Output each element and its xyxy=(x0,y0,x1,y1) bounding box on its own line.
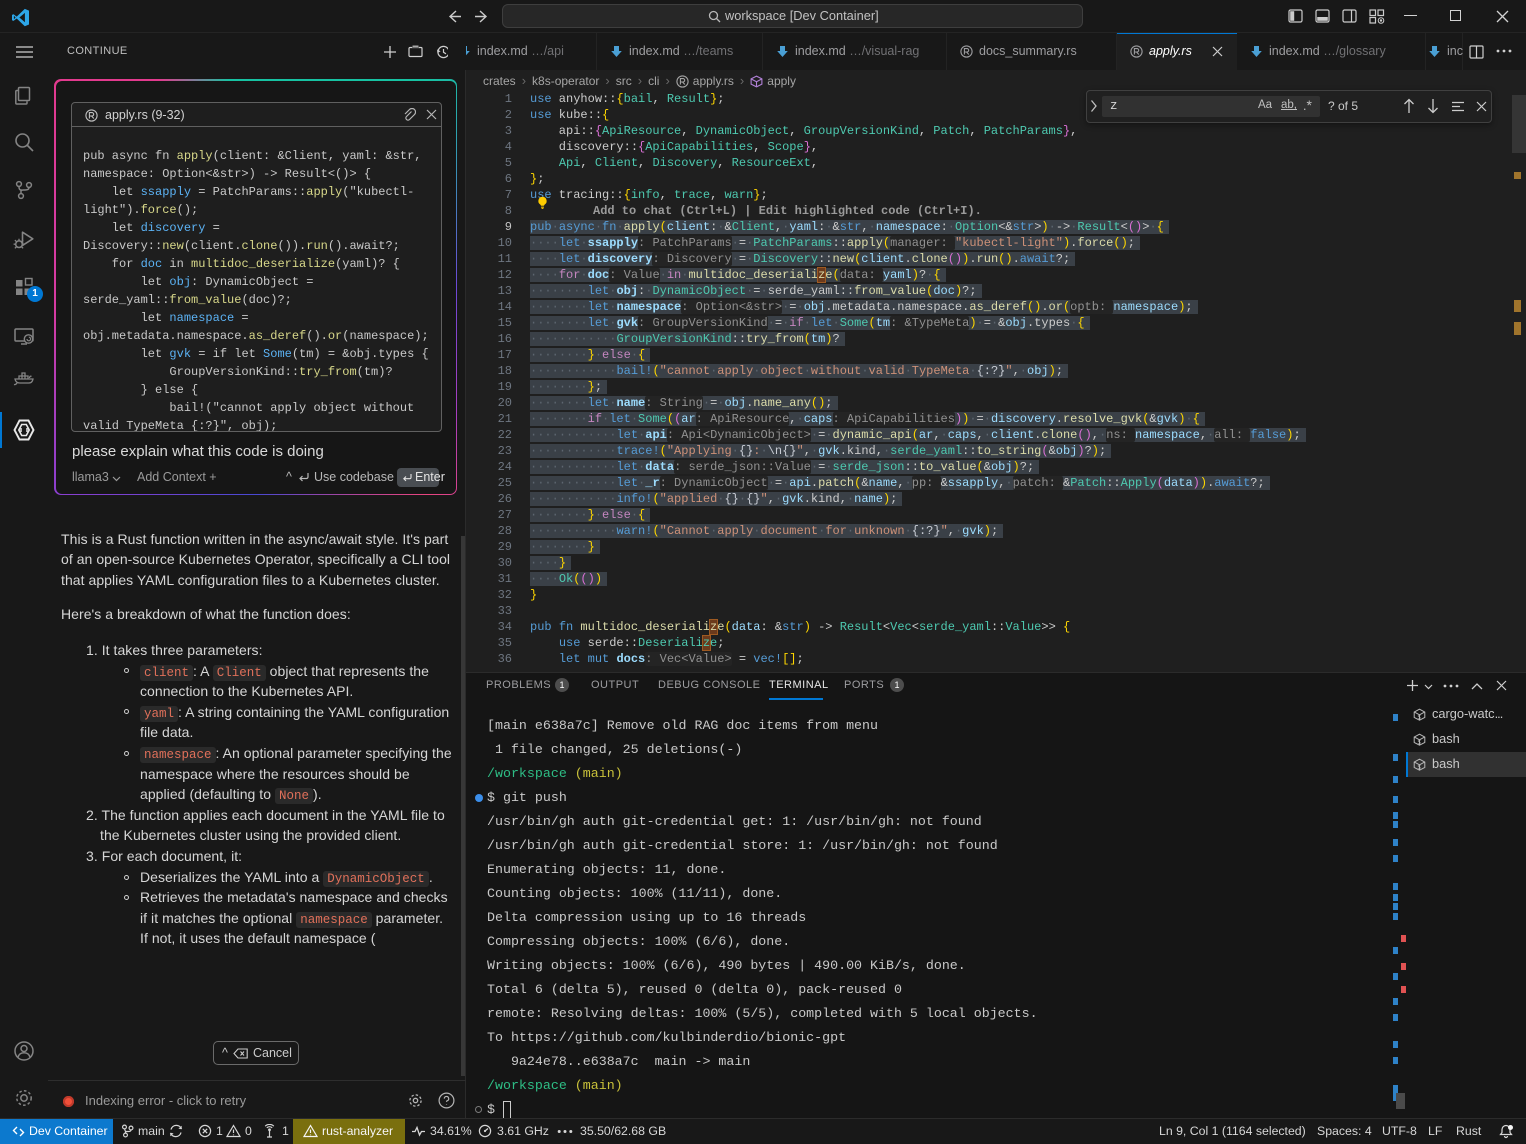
svg-text:$: $ xyxy=(1418,740,1421,746)
svg-text:$: $ xyxy=(1418,715,1421,721)
svg-text:$: $ xyxy=(1418,765,1421,771)
